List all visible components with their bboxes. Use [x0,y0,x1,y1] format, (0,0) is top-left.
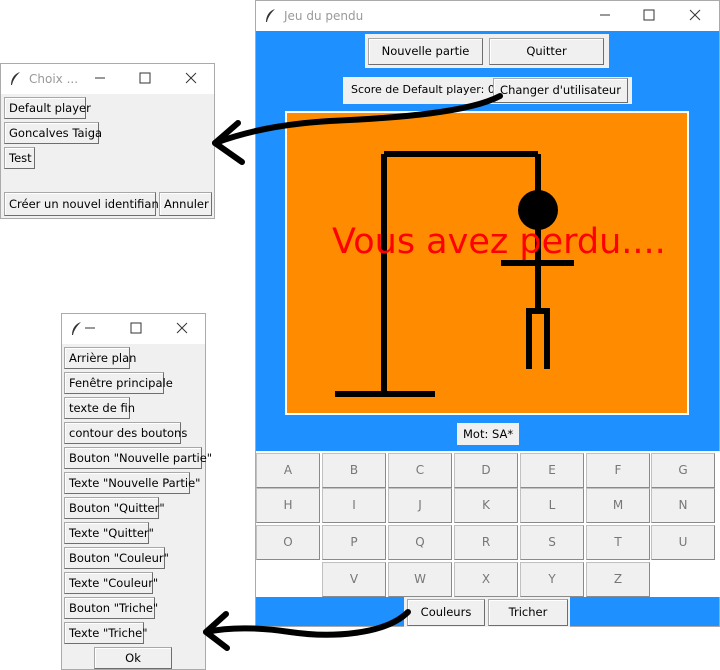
letter-key-g[interactable]: G [651,453,715,488]
main-titlebar: Jeu du pendu [256,1,719,31]
hangman-legs [526,308,550,369]
minimize-icon[interactable] [594,5,616,25]
color-option-0[interactable]: Arrière plan [64,347,136,369]
letter-key-h[interactable]: H [256,488,320,523]
choose-user-window: Choix ... Default player Goncalves Taiga… [0,63,215,219]
letter-key-p[interactable]: P [322,525,386,560]
letter-keyboard: ABCDEFG HIJKLMN OPQRSTU VWXYZ [256,451,720,597]
user-button-default-player[interactable]: Default player [4,97,91,119]
maximize-icon[interactable] [134,68,156,88]
letter-key-n[interactable]: N [651,488,715,523]
color-option-8[interactable]: Bouton "Couleur" [64,547,169,569]
colors-titlebar [62,314,205,344]
color-option-1[interactable]: Fenêtre principale [64,372,173,394]
main-window: Jeu du pendu Nouvelle partie Quitter Sco… [255,0,720,627]
minimize-icon[interactable] [79,318,101,338]
color-option-9[interactable]: Texte "Couleur" [64,572,158,594]
color-option-2[interactable]: texte de fin [64,397,135,419]
new-game-button[interactable]: Nouvelle partie [368,38,483,65]
main-window-title: Jeu du pendu [284,9,364,23]
color-option-10[interactable]: Bouton "Triche" [64,597,158,619]
cheat-button[interactable]: Tricher [488,599,568,626]
letter-key-k[interactable]: K [454,488,518,523]
color-option-7[interactable]: Texte "Quitter" [64,522,154,544]
letter-key-i[interactable]: I [322,488,386,523]
letter-key-e[interactable]: E [520,453,584,488]
letter-key-u[interactable]: U [651,525,715,560]
letter-key-s[interactable]: S [520,525,584,560]
letter-key-x[interactable]: X [454,562,518,597]
arrow-head-choose [212,120,245,165]
letter-key-v[interactable]: V [322,562,386,597]
minimize-icon[interactable] [89,68,111,88]
color-option-11[interactable]: Texte "Triche" [64,622,148,644]
letter-key-m[interactable]: M [586,488,650,523]
hangman-drawing [335,151,574,397]
feather-icon [11,72,20,85]
letter-key-d[interactable]: D [454,453,518,488]
letter-key-a[interactable]: A [256,453,320,488]
letter-key-q[interactable]: Q [388,525,452,560]
maximize-icon[interactable] [638,5,660,25]
color-option-3[interactable]: contour des boutons [64,422,187,444]
user-button-test[interactable]: Test [4,147,35,169]
word-label: Mot: SA* [457,423,520,445]
letter-key-t[interactable]: T [586,525,650,560]
letter-key-o[interactable]: O [256,525,320,560]
letter-key-w[interactable]: W [388,562,452,597]
color-option-4[interactable]: Bouton "Nouvelle partie" [64,447,212,469]
close-icon[interactable] [684,5,706,25]
letter-key-j[interactable]: J [388,488,452,523]
user-button-goncalves-taiga[interactable]: Goncalves Taiga [4,122,102,144]
choose-titlebar: Choix ... [1,64,214,94]
close-icon[interactable] [180,68,202,88]
close-icon[interactable] [171,318,193,338]
letter-key-c[interactable]: C [388,453,452,488]
letter-key-f[interactable]: F [586,453,650,488]
hangman-canvas: Vous avez perdu.... [285,111,689,415]
letter-key-b[interactable]: B [322,453,386,488]
letter-key-z[interactable]: Z [586,562,650,597]
colors-window: Arrière plan Fenêtre principale texte de f… [61,313,212,670]
color-option-5[interactable]: Texte "Nouvelle Partie" [64,472,200,494]
color-option-6[interactable]: Bouton "Quitter" [64,497,165,519]
lose-message: Vous avez perdu.... [332,222,666,262]
colors-button[interactable]: Couleurs [407,599,485,626]
letter-key-l[interactable]: L [520,488,584,523]
letter-key-y[interactable]: Y [520,562,584,597]
score-label: Score de Default player: 0 [345,79,501,101]
create-identifier-button[interactable]: Créer un nouvel identifiant [4,192,163,216]
ok-button[interactable]: Ok [94,647,172,669]
letter-key-r[interactable]: R [454,525,518,560]
feather-icon [266,9,275,22]
maximize-icon[interactable] [125,318,147,338]
cancel-button[interactable]: Annuler [159,192,212,216]
choose-window-title: Choix ... [29,72,79,86]
quit-button[interactable]: Quitter [489,38,604,65]
arrow-head-colors [203,611,230,651]
change-user-button[interactable]: Changer d'utilisateur [493,78,628,103]
